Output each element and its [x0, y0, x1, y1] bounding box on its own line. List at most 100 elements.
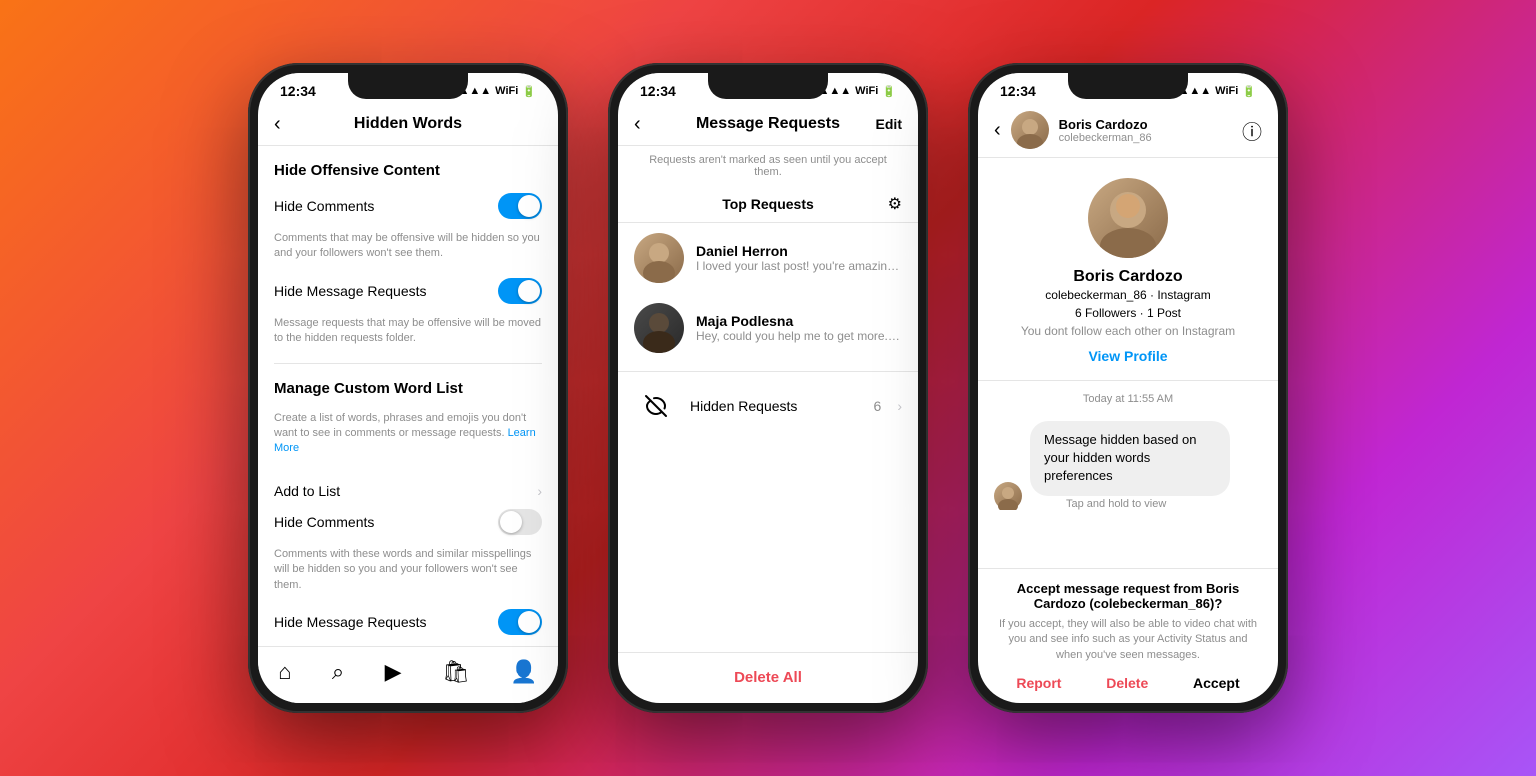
- search-icon[interactable]: ⌕: [332, 659, 344, 685]
- status-icons-3: ▲▲▲ WiFi 🔋: [1179, 85, 1257, 98]
- sender-name-1: Daniel Herron: [696, 243, 902, 259]
- back-button-3[interactable]: ‹: [994, 119, 1001, 142]
- hide-comments-row-2: Hide Comments: [274, 509, 542, 535]
- bottom-nav-1: ⌂ ⌕ ▶ 🛍 👤: [258, 646, 558, 703]
- chat-header: ‹ Boris Cardozo colebeckerman_86 ⓘ: [978, 103, 1278, 158]
- phone-chat: 12:34 ▲▲▲ WiFi 🔋 ‹ Boris Cardozo colebec…: [968, 63, 1288, 713]
- delete-all-bar: Delete All: [618, 652, 918, 703]
- hide-msg-desc-1: Message requests that may be offensive w…: [274, 316, 542, 347]
- page-title-2: Message Requests: [696, 115, 840, 133]
- hide-msg-toggle-1[interactable]: [498, 278, 542, 304]
- hide-comments-toggle-1[interactable]: [498, 193, 542, 219]
- avatar-maja: [634, 303, 684, 353]
- chat-user-name: Boris Cardozo: [1059, 117, 1232, 132]
- settings-content: Hide Offensive Content Hide Comments Com…: [258, 146, 558, 646]
- status-icons-2: ▲▲▲ WiFi 🔋: [819, 85, 897, 98]
- accept-button[interactable]: Accept: [1193, 675, 1240, 691]
- avatar-daniel: [634, 233, 684, 283]
- settings-screen: Hide Offensive Content Hide Comments Com…: [258, 146, 558, 703]
- phone-hidden-words: 12:34 ▲▲▲ WiFi 🔋 ‹ Hidden Words Hide Off…: [248, 63, 568, 713]
- hide-msg-row-2: Hide Message Requests: [274, 609, 542, 635]
- accept-title: Accept message request from Boris Cardoz…: [994, 581, 1262, 611]
- profile-icon[interactable]: 👤: [510, 659, 537, 685]
- filter-bar: Top Requests ⚙: [618, 186, 918, 223]
- wifi-icon-3: WiFi: [1215, 85, 1238, 97]
- shop-icon[interactable]: 🛍: [442, 659, 470, 685]
- hide-comments-toggle-2[interactable]: [498, 509, 542, 535]
- hidden-requests-count: 6: [874, 398, 882, 414]
- accept-actions: Report Delete Accept: [994, 675, 1262, 691]
- message-item-1[interactable]: Daniel Herron I loved your last post! yo…: [618, 223, 918, 293]
- reels-icon[interactable]: ▶: [385, 659, 402, 685]
- profile-name: Boris Cardozo: [1073, 268, 1182, 286]
- hidden-requests-label: Hidden Requests: [690, 398, 862, 414]
- message-item-2[interactable]: Maja Podlesna Hey, could you help me to …: [618, 293, 918, 363]
- learn-more-link[interactable]: Learn More: [274, 427, 536, 454]
- view-profile-button[interactable]: View Profile: [1088, 348, 1167, 364]
- back-button-2[interactable]: ‹: [634, 113, 641, 136]
- requests-info: Requests aren't marked as seen until you…: [618, 146, 918, 186]
- accept-desc: If you accept, they will also be able to…: [994, 617, 1262, 663]
- chat-avatar: [1011, 111, 1049, 149]
- hide-comments-desc-2: Comments with these words and similar mi…: [274, 547, 542, 593]
- battery-icon-3: 🔋: [1242, 85, 1256, 98]
- home-icon[interactable]: ⌂: [278, 659, 291, 685]
- message-preview-1: I loved your last post! you're amazin...…: [696, 259, 902, 273]
- message-info-2: Maja Podlesna Hey, could you help me to …: [696, 313, 902, 343]
- time-1: 12:34: [280, 83, 316, 99]
- hidden-requests-row[interactable]: Hidden Requests 6 ›: [618, 371, 918, 440]
- chat-messages: Today at 11:55 AM Message hidden based o…: [978, 381, 1278, 568]
- hide-msg-label-1: Hide Message Requests: [274, 283, 427, 299]
- message-list: Daniel Herron I loved your last post! yo…: [618, 223, 918, 652]
- phone-notch-3: [1068, 73, 1188, 99]
- nav-header-2: ‹ Message Requests Edit: [618, 103, 918, 146]
- battery-icon: 🔋: [522, 85, 536, 98]
- section-title-2: Manage Custom Word List: [274, 380, 542, 397]
- hide-msg-row-1: Hide Message Requests: [274, 278, 542, 304]
- time-3: 12:34: [1000, 83, 1036, 99]
- status-icons-1: ▲▲▲ WiFi 🔋: [459, 85, 537, 98]
- profile-follow-status: You dont follow each other on Instagram: [1021, 324, 1235, 338]
- message-preview-2: Hey, could you help me to get more... · …: [696, 329, 902, 343]
- requests-screen: Daniel Herron I loved your last post! yo…: [618, 223, 918, 703]
- chat-screen: Boris Cardozo colebeckerman_86 · Instagr…: [978, 158, 1278, 703]
- message-bubble-row: Message hidden based on your hidden word…: [994, 421, 1262, 510]
- hide-comments-row-1: Hide Comments: [274, 193, 542, 219]
- phone-notch: [348, 73, 468, 99]
- nav-header-1: ‹ Hidden Words: [258, 103, 558, 146]
- divider-1: [274, 363, 542, 364]
- hidden-requests-chevron: ›: [897, 398, 902, 414]
- accept-section: Accept message request from Boris Cardoz…: [978, 568, 1278, 703]
- chat-user-info: Boris Cardozo colebeckerman_86: [1059, 117, 1232, 144]
- report-button[interactable]: Report: [1016, 675, 1061, 691]
- sender-name-2: Maja Podlesna: [696, 313, 902, 329]
- hide-comments-label-2: Hide Comments: [274, 514, 374, 530]
- wifi-icon: WiFi: [495, 85, 518, 97]
- hidden-icon: [634, 384, 678, 428]
- phone-message-requests: 12:34 ▲▲▲ WiFi 🔋 ‹ Message Requests Edit…: [608, 63, 928, 713]
- delete-all-button[interactable]: Delete All: [734, 669, 802, 686]
- info-button[interactable]: ⓘ: [1242, 116, 1262, 145]
- hide-comments-desc-1: Comments that may be offensive will be h…: [274, 231, 542, 262]
- message-bubble: Message hidden based on your hidden word…: [1030, 421, 1230, 496]
- hide-msg-label-2: Hide Message Requests: [274, 614, 427, 630]
- profile-handle-ig: colebeckerman_86 · Instagram: [1045, 288, 1210, 302]
- edit-button[interactable]: Edit: [876, 116, 902, 132]
- add-to-list-chevron: ›: [537, 483, 542, 499]
- back-button-1[interactable]: ‹: [274, 113, 281, 136]
- tap-hold-text: Tap and hold to view: [1066, 498, 1230, 510]
- chat-timestamp: Today at 11:55 AM: [994, 393, 1262, 405]
- add-to-list-label: Add to List: [274, 483, 340, 499]
- filter-icon[interactable]: ⚙: [888, 194, 902, 214]
- time-2: 12:34: [640, 83, 676, 99]
- profile-stats: 6 Followers · 1 Post: [1075, 306, 1181, 320]
- add-to-list-row[interactable]: Add to List ›: [274, 473, 542, 509]
- message-info-1: Daniel Herron I loved your last post! yo…: [696, 243, 902, 273]
- hide-msg-toggle-2[interactable]: [498, 609, 542, 635]
- wifi-icon-2: WiFi: [855, 85, 878, 97]
- delete-button[interactable]: Delete: [1106, 675, 1148, 691]
- profile-avatar-large: [1088, 178, 1168, 258]
- phone-notch-2: [708, 73, 828, 99]
- page-title-1: Hidden Words: [354, 115, 462, 133]
- section-title-1: Hide Offensive Content: [274, 162, 542, 179]
